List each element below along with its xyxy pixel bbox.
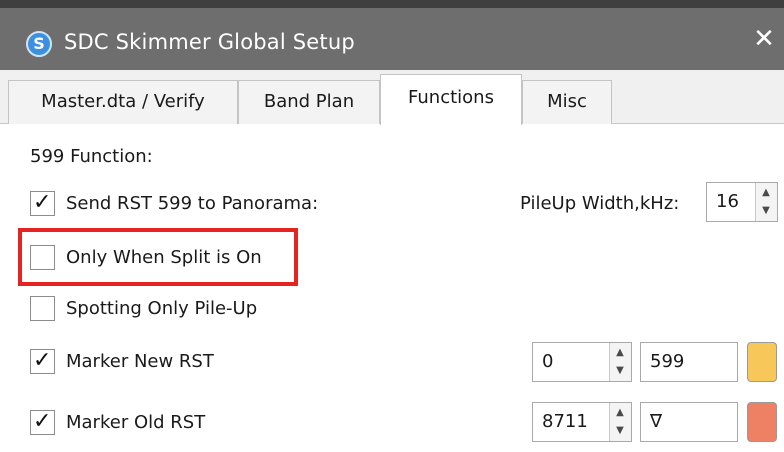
top-edge (0, 0, 784, 8)
tab-master-dta-verify[interactable]: Master.dta / Verify (8, 80, 238, 124)
window-title: SDC Skimmer Global Setup (64, 30, 355, 54)
tab-misc[interactable]: Misc (522, 80, 612, 124)
close-button[interactable]: ✕ (744, 8, 784, 70)
pileup-width-label: PileUp Width,kHz: (520, 193, 680, 214)
marker-new-spin-value: 0 (542, 351, 554, 372)
title-bar: S SDC Skimmer Global Setup ✕ (0, 8, 784, 70)
tab-band-plan[interactable]: Band Plan (238, 80, 380, 124)
spin-up-icon[interactable]: ▲ (610, 344, 630, 362)
marker-old-text-field[interactable]: ∇ (640, 402, 738, 442)
spotting-only-label: Spotting Only Pile-Up (66, 298, 258, 319)
spotting-only-checkbox[interactable] (30, 296, 55, 321)
marker-old-color-button[interactable] (747, 402, 777, 442)
marker-new-color-button[interactable] (747, 342, 777, 382)
marker-old-spinbox[interactable]: 8711 ▲ ▼ (532, 402, 632, 442)
pileup-width-spinbox[interactable]: 16 ▲ ▼ (706, 182, 778, 222)
spin-down-icon[interactable]: ▼ (756, 202, 776, 220)
spin-down-icon[interactable]: ▼ (610, 422, 630, 440)
send-rst-label: Send RST 599 to Panorama: (66, 193, 319, 214)
checkmark-icon: ✓ (33, 190, 52, 215)
marker-new-spinbox[interactable]: 0 ▲ ▼ (532, 342, 632, 382)
spin-down-icon[interactable]: ▼ (610, 362, 630, 380)
send-rst-checkbox[interactable]: ✓ (30, 190, 55, 216)
only-when-split-checkbox[interactable] (30, 245, 55, 270)
spin-buttons[interactable]: ▲ ▼ (609, 403, 631, 441)
marker-old-spin-value: 8711 (542, 411, 588, 432)
marker-old-rst-checkbox[interactable]: ✓ (30, 409, 55, 435)
spin-buttons[interactable]: ▲ ▼ (609, 343, 631, 381)
checkmark-icon: ✓ (33, 348, 52, 373)
app-logo-icon: S (26, 31, 52, 57)
marker-new-rst-checkbox[interactable]: ✓ (30, 348, 55, 374)
marker-new-rst-label: Marker New RST (66, 351, 214, 372)
spin-up-icon[interactable]: ▲ (610, 404, 630, 422)
marker-new-text-field[interactable]: 599 (640, 342, 738, 382)
spin-up-icon[interactable]: ▲ (756, 184, 776, 202)
tab-functions[interactable]: Functions (380, 74, 522, 125)
checkmark-icon: ✓ (33, 409, 52, 434)
pileup-width-value: 16 (716, 191, 739, 212)
section-label-599-function: 599 Function: (30, 146, 153, 167)
marker-old-rst-label: Marker Old RST (66, 412, 206, 433)
spin-buttons[interactable]: ▲ ▼ (755, 183, 777, 221)
only-when-split-label: Only When Split is On (66, 247, 262, 268)
